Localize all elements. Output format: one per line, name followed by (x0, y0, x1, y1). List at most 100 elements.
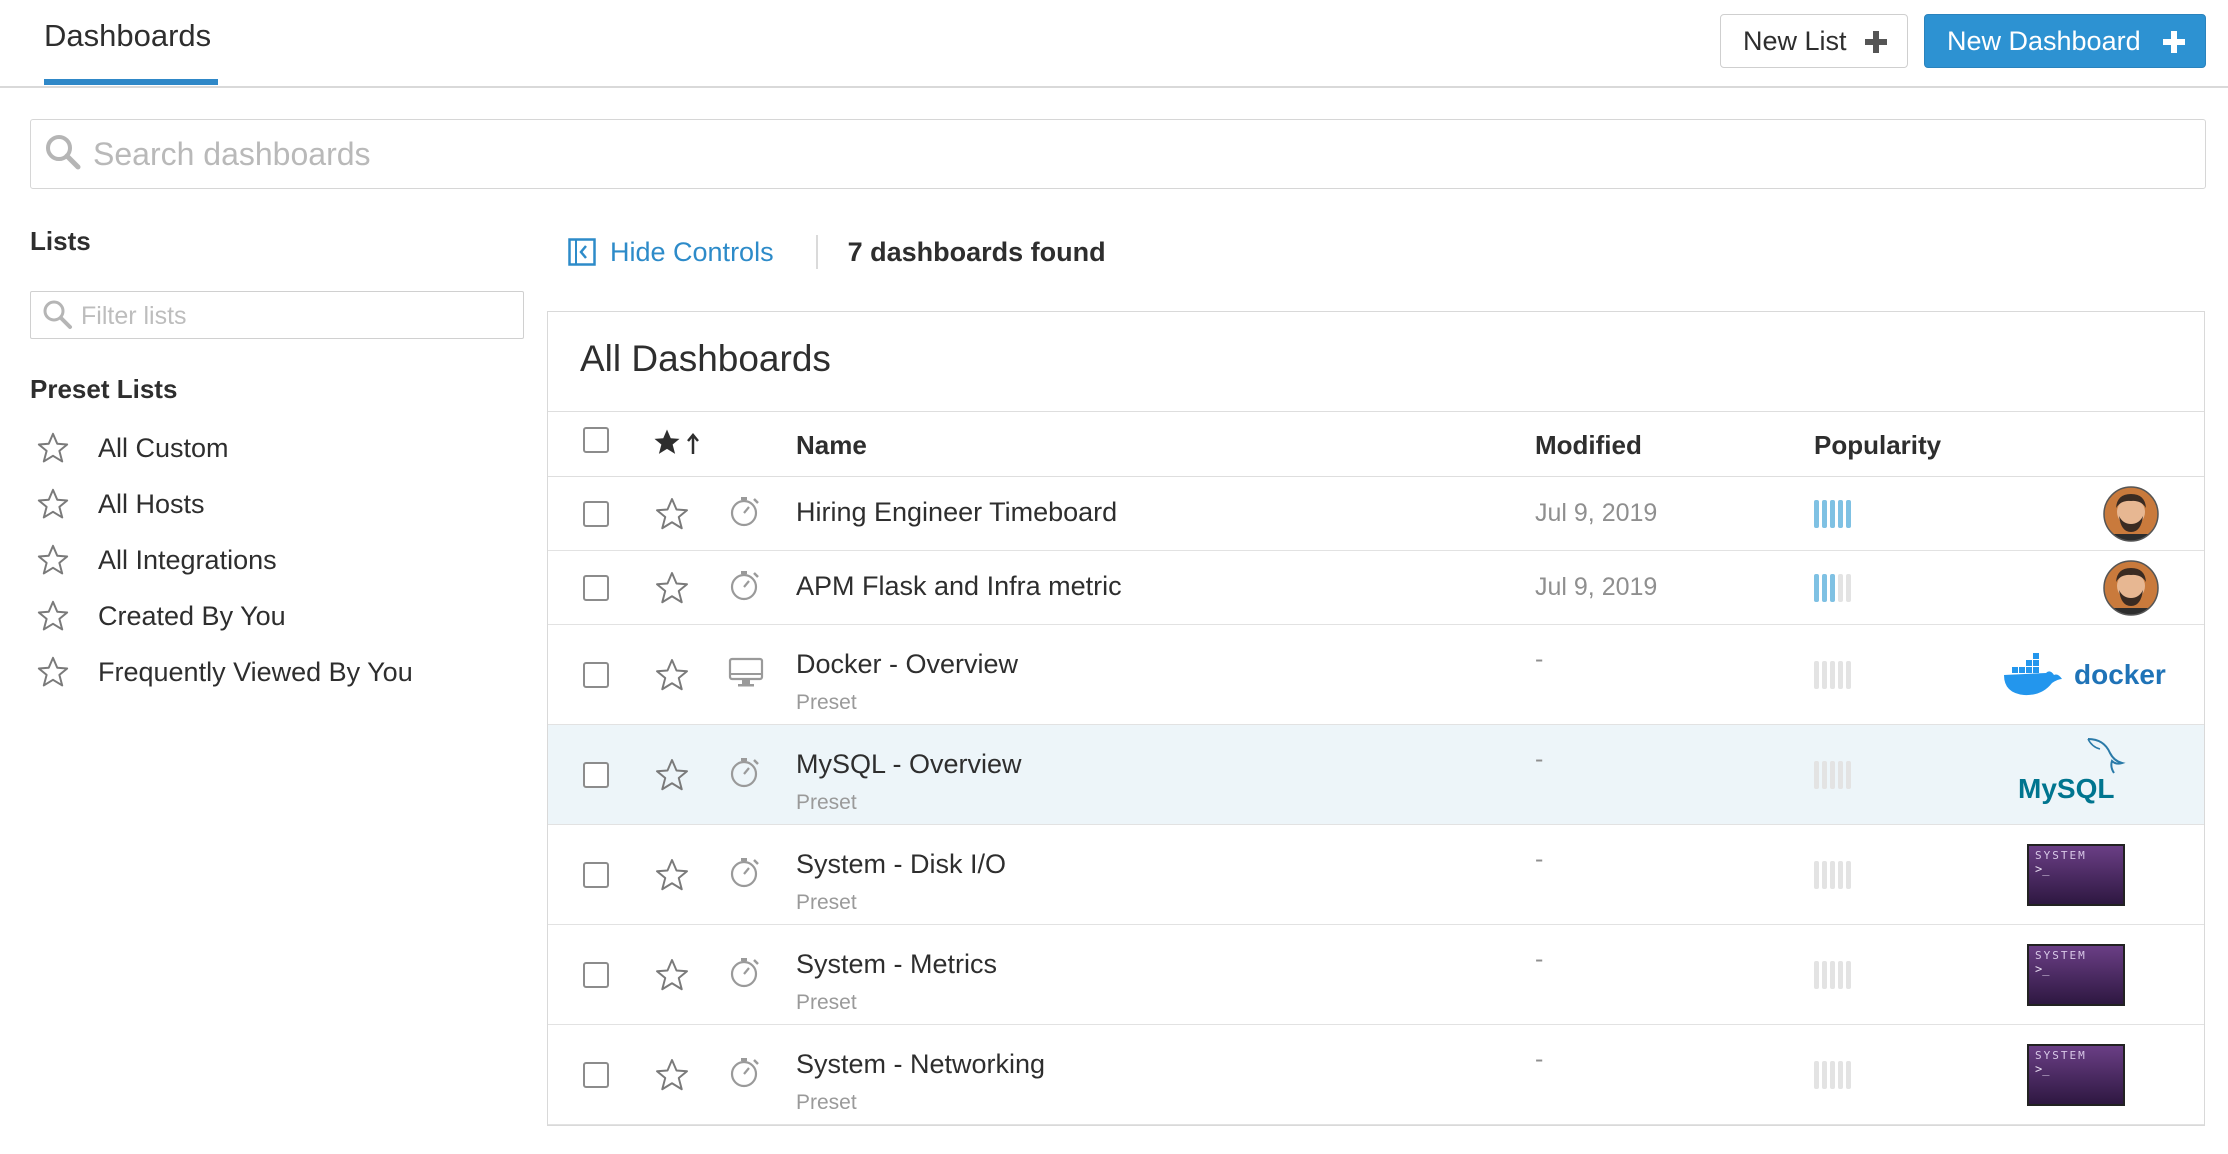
table-row[interactable]: APM Flask and Infra metric Jul 9, 2019 (548, 551, 2204, 625)
popularity-bar (1838, 500, 1843, 528)
tab-dashboards[interactable]: Dashboards (44, 18, 211, 84)
row-checkbox[interactable] (583, 662, 609, 688)
popularity-bar (1838, 761, 1843, 789)
modified-date: - (1535, 645, 1544, 673)
filter-lists-input[interactable] (79, 298, 513, 334)
popularity-bar (1830, 961, 1835, 989)
docker-logo: docker (2000, 649, 2166, 708)
system-thumbnail-prompt: >_ (2035, 1062, 2050, 1076)
timeboard-icon (728, 955, 762, 994)
row-checkbox[interactable] (583, 501, 609, 527)
timeboard-icon (728, 755, 762, 794)
hide-controls-link[interactable]: Hide Controls (568, 237, 774, 268)
preset-list-item[interactable]: All Integrations (36, 538, 277, 582)
dashboard-name[interactable]: MySQL - Overview (796, 749, 1022, 780)
search-input[interactable] (91, 130, 2175, 178)
row-checkbox[interactable] (583, 862, 609, 888)
popularity-bar (1846, 961, 1851, 989)
popularity-bar (1822, 661, 1827, 689)
popularity-bar (1830, 761, 1835, 789)
select-all-checkbox[interactable] (583, 427, 609, 453)
dashboard-name[interactable]: System - Metrics (796, 949, 997, 980)
table-row[interactable]: Hiring Engineer Timeboard Jul 9, 2019 (548, 477, 2204, 551)
top-bar: Dashboards New List New Dashboard (0, 0, 2228, 88)
popularity-bar (1822, 961, 1827, 989)
popularity-bar (1830, 861, 1835, 889)
preset-list-item[interactable]: Frequently Viewed By You (36, 650, 413, 694)
dashboard-subtitle: Preset (796, 691, 857, 714)
table-row[interactable]: System - Networking Preset - SYSTEM >_ (548, 1025, 2204, 1125)
popularity-bar (1814, 861, 1819, 889)
new-dashboard-label: New Dashboard (1947, 25, 2141, 56)
dashboard-name[interactable]: APM Flask and Infra metric (796, 571, 1122, 602)
popularity-bar (1838, 574, 1843, 602)
row-checkbox[interactable] (583, 962, 609, 988)
popularity-bar (1838, 1061, 1843, 1089)
preset-list-item[interactable]: All Custom (36, 426, 229, 470)
popularity-bar (1822, 500, 1827, 528)
favorite-star-icon[interactable] (654, 957, 690, 998)
modified-date: - (1535, 745, 1544, 773)
popularity-bar (1846, 861, 1851, 889)
timeboard-icon (728, 494, 762, 533)
popularity-bar (1814, 500, 1819, 528)
column-popularity[interactable]: Popularity (1814, 430, 1941, 461)
new-dashboard-button[interactable]: New Dashboard (1924, 14, 2206, 68)
dashboard-subtitle: Preset (796, 1091, 857, 1114)
popularity-meter (1814, 1061, 1851, 1089)
preset-list-label: Frequently Viewed By You (98, 656, 413, 687)
table-header: Name Modified Popularity (548, 411, 2204, 477)
modified-date: - (1535, 845, 1544, 873)
preset-list-label: All Integrations (98, 544, 277, 575)
favorite-star-icon[interactable] (654, 496, 690, 537)
table-row[interactable]: System - Metrics Preset - SYSTEM >_ (548, 925, 2204, 1025)
preset-list-item[interactable]: Created By You (36, 594, 286, 638)
popularity-meter (1814, 761, 1851, 789)
lists-heading: Lists (30, 226, 91, 256)
popularity-meter (1814, 661, 1851, 689)
popularity-bar (1846, 661, 1851, 689)
table-row[interactable]: MySQL - Overview Preset - MySQL (548, 725, 2204, 825)
system-terminal-thumbnail: SYSTEM >_ (2025, 842, 2127, 913)
row-checkbox[interactable] (583, 575, 609, 601)
dashboard-name[interactable]: System - Disk I/O (796, 849, 1006, 880)
sort-by-favorite[interactable] (652, 427, 700, 462)
preset-lists-heading: Preset Lists (30, 374, 178, 404)
table-row[interactable]: Docker - Overview Preset - docker (548, 625, 2204, 725)
popularity-bar (1830, 500, 1835, 528)
dashboard-name[interactable]: Hiring Engineer Timeboard (796, 497, 1117, 528)
timeboard-icon (728, 855, 762, 894)
system-terminal-thumbnail: SYSTEM >_ (2025, 942, 2127, 1013)
row-checkbox[interactable] (583, 1062, 609, 1088)
popularity-bar (1814, 961, 1819, 989)
favorite-star-icon[interactable] (654, 757, 690, 798)
favorite-star-icon[interactable] (654, 657, 690, 698)
popularity-meter (1814, 574, 1851, 602)
column-modified[interactable]: Modified (1535, 430, 1642, 461)
preset-list-label: Created By You (98, 600, 286, 631)
active-tab-indicator (44, 79, 218, 85)
favorite-star-icon[interactable] (654, 1057, 690, 1098)
dashboard-subtitle: Preset (796, 991, 857, 1014)
table-row[interactable]: System - Disk I/O Preset - SYSTEM >_ (548, 825, 2204, 925)
favorite-star-icon[interactable] (654, 570, 690, 611)
popularity-meter (1814, 500, 1851, 528)
column-name[interactable]: Name (796, 430, 867, 461)
avatar (2103, 486, 2159, 547)
system-thumbnail-text: SYSTEM (2035, 1049, 2087, 1062)
preset-list-item[interactable]: All Hosts (36, 482, 205, 526)
search-icon (46, 135, 81, 170)
modified-date: - (1535, 1045, 1544, 1073)
dashboard-name[interactable]: Docker - Overview (796, 649, 1018, 680)
popularity-bar (1846, 1061, 1851, 1089)
star-outline-icon (36, 599, 84, 633)
docker-logo-text: docker (2074, 659, 2166, 690)
new-list-button[interactable]: New List (1720, 14, 1908, 68)
favorite-star-icon[interactable] (654, 857, 690, 898)
popularity-bar (1814, 761, 1819, 789)
system-thumbnail-prompt: >_ (2035, 962, 2050, 976)
popularity-bar (1830, 574, 1835, 602)
popularity-bar (1838, 661, 1843, 689)
row-checkbox[interactable] (583, 762, 609, 788)
dashboard-name[interactable]: System - Networking (796, 1049, 1045, 1080)
